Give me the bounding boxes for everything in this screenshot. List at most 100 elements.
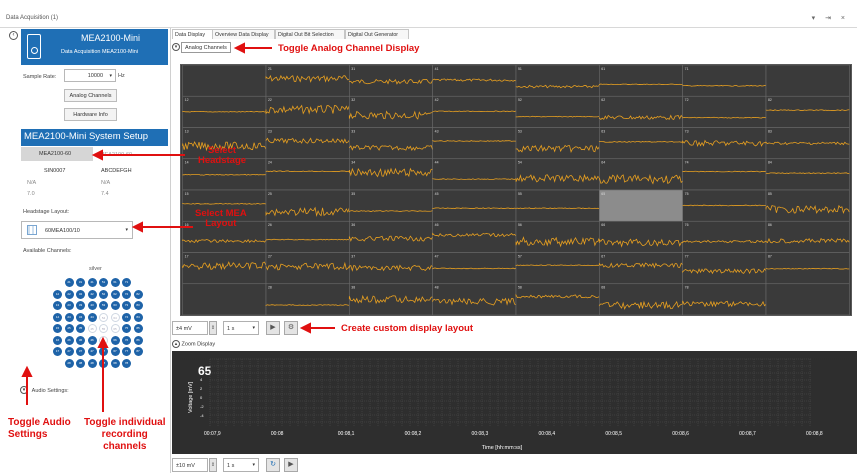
channel-cell[interactable]: [515, 189, 600, 222]
channel-cell[interactable]: [682, 95, 767, 128]
tab-digital-out-generator[interactable]: Digital Out Generator: [345, 29, 409, 39]
channel-toggle[interactable]: 41: [87, 278, 97, 287]
channel-cell[interactable]: [682, 252, 767, 285]
channel-toggle[interactable]: 14: [53, 312, 62, 322]
channel-toggle[interactable]: 71: [122, 278, 131, 287]
channel-cell[interactable]: [265, 65, 350, 97]
channel-cell[interactable]: [599, 127, 683, 160]
window-controls[interactable]: ▾ ⇥ ×: [812, 14, 849, 22]
channel-cell[interactable]: [515, 220, 600, 253]
channel-toggle[interactable]: 27: [64, 347, 74, 356]
channel-cell[interactable]: [265, 283, 350, 315]
channel-toggle[interactable]: 75: [122, 324, 131, 333]
channel-cell[interactable]: [515, 65, 600, 97]
channel-toggle[interactable]: 12: [53, 289, 62, 299]
channel-toggle[interactable]: 38: [76, 358, 85, 368]
headstage-name-2[interactable]: MEA2100-60: [100, 152, 132, 158]
channel-cell[interactable]: [599, 189, 683, 222]
channel-cell[interactable]: [599, 65, 683, 97]
channel-cell[interactable]: [349, 95, 433, 128]
channel-toggle[interactable]: 21: [64, 278, 74, 287]
channel-toggle[interactable]: 61: [110, 278, 120, 287]
channel-cell[interactable]: [265, 189, 350, 222]
zoom-display-header[interactable]: ▴ Zoom Display: [172, 340, 215, 348]
channel-toggle[interactable]: 15: [53, 324, 62, 333]
channel-toggle[interactable]: 48: [87, 358, 97, 368]
channel-cell[interactable]: [765, 189, 850, 222]
analog-channels-button[interactable]: Analog Channels: [64, 89, 117, 102]
channel-cell[interactable]: [349, 158, 433, 191]
channel-cell[interactable]: [349, 189, 433, 222]
channel-toggle[interactable]: 34: [76, 312, 85, 322]
channel-cell[interactable]: [265, 220, 350, 253]
channel-cell[interactable]: [515, 252, 600, 285]
channel-cell[interactable]: [599, 95, 683, 128]
refresh-icon[interactable]: ↻: [266, 458, 280, 472]
channel-cell[interactable]: [182, 65, 267, 97]
channel-cell[interactable]: [349, 127, 433, 160]
channel-cell[interactable]: [682, 158, 767, 191]
device-card[interactable]: MEA2100-Mini Data Acquisition MEA2100-Mi…: [21, 29, 168, 65]
channel-toggle[interactable]: 24: [64, 312, 74, 322]
channel-toggle[interactable]: 67: [110, 347, 120, 356]
channel-toggle[interactable]: 43: [87, 301, 97, 310]
channel-cell[interactable]: [432, 283, 517, 315]
channel-toggle[interactable]: 57: [99, 347, 108, 356]
channel-toggle[interactable]: 26: [64, 335, 74, 345]
channel-cell[interactable]: [599, 252, 683, 285]
play-button[interactable]: ▶: [266, 321, 280, 335]
channel-cell[interactable]: [432, 189, 517, 222]
channel-toggle[interactable]: 33: [76, 301, 85, 310]
channel-cell[interactable]: [515, 158, 600, 191]
channel-toggle[interactable]: 36: [76, 335, 85, 345]
channel-toggle[interactable]: 76: [122, 335, 131, 345]
channel-toggle[interactable]: 73: [122, 301, 131, 310]
channel-toggle[interactable]: 85: [133, 324, 143, 333]
channel-cell[interactable]: [599, 220, 683, 253]
channel-toggle[interactable]: 72: [122, 289, 131, 299]
channel-cell[interactable]: [432, 127, 517, 160]
channel-toggle[interactable]: 64: [110, 312, 120, 322]
channel-toggle[interactable]: 74: [122, 312, 131, 322]
channel-toggle[interactable]: 68: [110, 358, 120, 368]
channel-toggle[interactable]: 86: [133, 335, 143, 345]
toggle-analog-icon[interactable]: ▾: [172, 43, 180, 51]
channel-toggle[interactable]: 42: [87, 289, 97, 299]
channel-toggle[interactable]: 58: [99, 358, 108, 368]
analog-channels-toggle[interactable]: Analog Channels: [181, 42, 231, 53]
channel-cell[interactable]: [599, 283, 683, 315]
channel-toggle[interactable]: 52: [99, 289, 108, 299]
zoom-time-select[interactable]: 1 s ▾: [223, 458, 259, 472]
channel-toggle[interactable]: 82: [133, 289, 143, 299]
channel-toggle[interactable]: 44: [87, 312, 97, 322]
hardware-info-button[interactable]: Hardware Info: [64, 108, 117, 121]
channel-toggle[interactable]: 65: [110, 324, 120, 333]
amplitude-select[interactable]: ±4 mV: [172, 321, 208, 335]
channel-cell[interactable]: [682, 127, 767, 160]
channel-toggle[interactable]: 56: [99, 335, 108, 345]
channel-toggle[interactable]: 37: [76, 347, 85, 356]
channel-toggle[interactable]: 35: [76, 324, 85, 333]
channel-toggle[interactable]: 87: [133, 347, 143, 356]
channel-toggle[interactable]: 66: [110, 335, 120, 345]
channel-toggle[interactable]: 51: [99, 278, 108, 287]
channel-cell[interactable]: [432, 158, 517, 191]
channel-toggle[interactable]: 83: [133, 301, 143, 310]
channel-toggle[interactable]: 22: [64, 289, 74, 299]
channel-toggle[interactable]: 45: [87, 324, 97, 333]
channel-cell[interactable]: [515, 95, 600, 128]
amplitude-stepper[interactable]: ⇕: [209, 321, 217, 335]
audio-settings-toggle[interactable]: ▾ Audio Settings:: [20, 386, 69, 394]
tab-overview-data-display[interactable]: Overview Data Display: [212, 29, 275, 39]
channel-cell[interactable]: [765, 95, 850, 128]
channel-cell[interactable]: [765, 65, 850, 97]
settings-gear-icon[interactable]: ⚙: [284, 321, 298, 335]
channel-cell[interactable]: [765, 283, 850, 315]
tab-digital-out-bit-selection[interactable]: Digital Out Bit Selection: [275, 29, 345, 39]
channel-cell[interactable]: [682, 283, 767, 315]
channel-toggle[interactable]: 54: [99, 312, 108, 322]
channel-cell[interactable]: [182, 283, 267, 315]
channel-toggle[interactable]: 16: [53, 335, 62, 345]
headstage-selected[interactable]: MEA2100-60: [21, 147, 93, 161]
channel-toggle[interactable]: 84: [133, 312, 143, 322]
